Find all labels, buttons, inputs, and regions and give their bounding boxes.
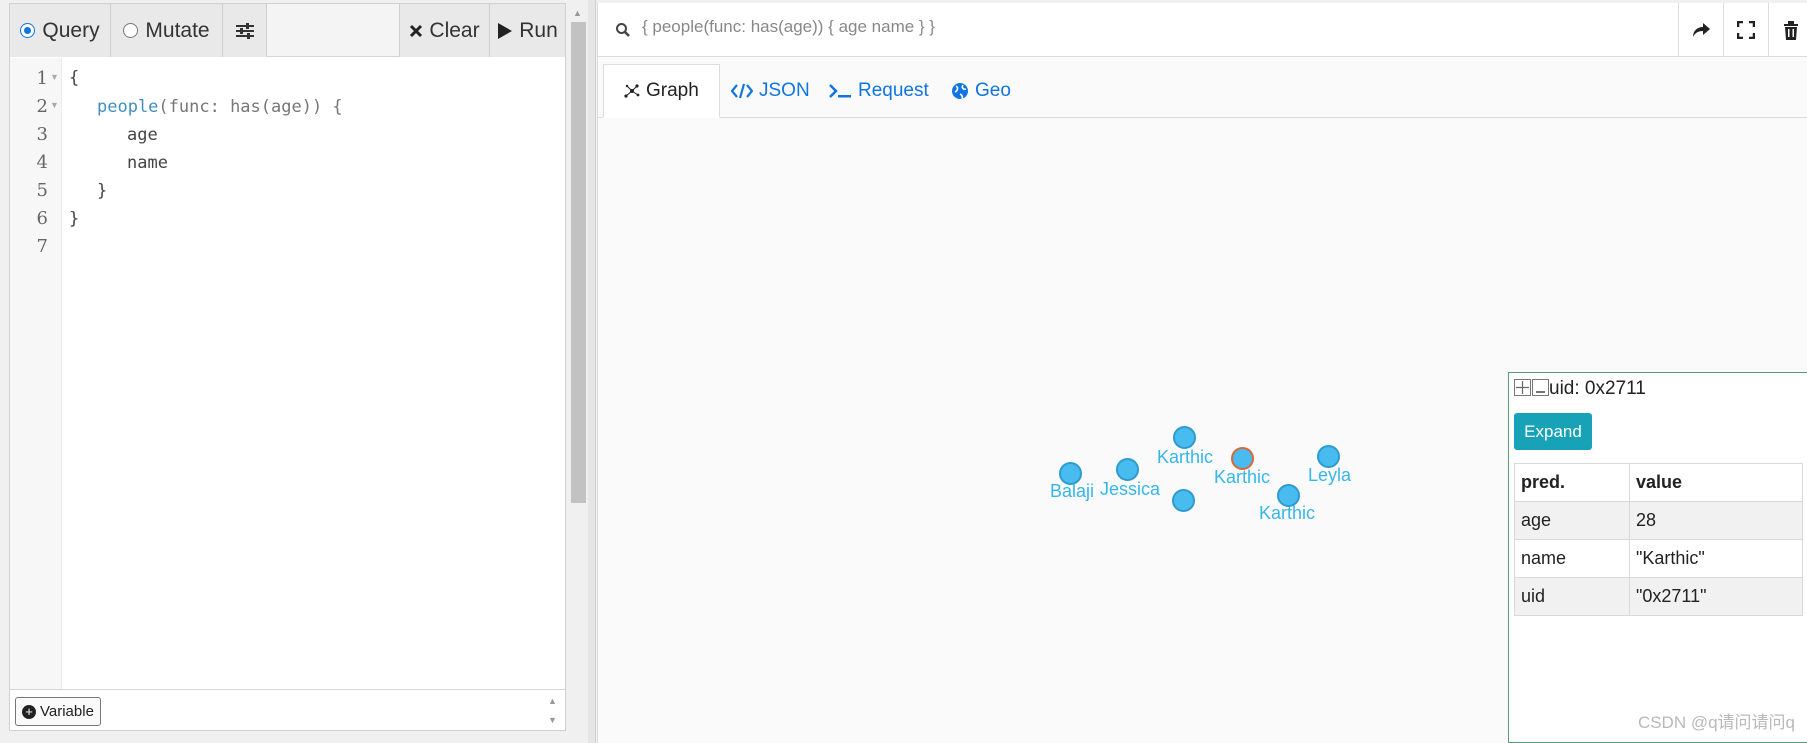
fullscreen-button[interactable] xyxy=(1723,3,1768,57)
tab-graph-label: Graph xyxy=(646,80,699,101)
share-icon xyxy=(1693,23,1710,37)
graph-icon xyxy=(624,84,640,98)
result-tabs: Graph JSON Request Geo xyxy=(598,60,1807,118)
code-args: (func: has(age)) { xyxy=(158,97,343,117)
close-icon xyxy=(410,24,423,37)
share-button[interactable] xyxy=(1678,3,1723,57)
fold-arrow-icon[interactable]: ▼ xyxy=(50,100,59,110)
line-number-gutter: 1 ▼ 2 ▼ 3 4 5 6 7 xyxy=(10,58,62,691)
scroll-up-icon[interactable]: ▲ xyxy=(573,8,582,18)
search-icon xyxy=(616,23,630,37)
clear-label: Clear xyxy=(429,18,480,42)
trash-icon xyxy=(1784,20,1798,40)
editor-scrollbar[interactable]: ▲ xyxy=(567,3,588,741)
scroll-down-icon[interactable]: ▼ xyxy=(548,715,557,725)
scroll-up-icon[interactable]: ▲ xyxy=(548,696,557,706)
sliders-icon xyxy=(235,22,254,39)
radio-unchecked-icon xyxy=(123,23,139,38)
minimize-icon[interactable] xyxy=(1532,379,1549,396)
column-header: value xyxy=(1629,463,1803,502)
line-number: 3 xyxy=(36,124,48,145)
play-icon xyxy=(498,22,513,39)
line-number: 4 xyxy=(36,152,48,173)
watermark: CSDN @q请问请问q xyxy=(1637,713,1795,732)
graph-node-label: Balaji xyxy=(1050,481,1095,501)
variable-label: Variable xyxy=(40,703,94,720)
delete-button[interactable] xyxy=(1768,3,1807,57)
query-header: { people(func: has(age)) { age name } } xyxy=(598,3,1807,57)
plus-circle-icon: + xyxy=(22,704,36,719)
code-line: age xyxy=(127,125,158,145)
output-panel: { people(func: has(age)) { age name } } xyxy=(597,3,1807,743)
graph-node[interactable] xyxy=(1172,489,1195,512)
run-label: Run xyxy=(519,18,558,42)
code-line: people(func: has(age)) { xyxy=(97,97,343,117)
code-icon xyxy=(731,83,753,99)
settings-button[interactable] xyxy=(223,4,267,57)
expand-button[interactable]: Expand xyxy=(1514,413,1592,450)
mutate-mode-radio[interactable]: Mutate xyxy=(111,4,223,57)
code-line: name xyxy=(127,153,168,173)
query-mode-label: Query xyxy=(42,18,100,42)
graph-node[interactable] xyxy=(1173,426,1196,449)
tab-graph[interactable]: Graph xyxy=(603,64,720,118)
panel-splitter[interactable] xyxy=(588,0,596,743)
code-function: people xyxy=(97,97,159,117)
line-number: 5 xyxy=(36,180,48,201)
pred-cell: name xyxy=(1514,539,1630,578)
graph-node-label: Jessica xyxy=(1100,479,1161,499)
graph-node-label: Karthic xyxy=(1157,447,1214,467)
table-row: uid "0x2711" xyxy=(1514,577,1803,616)
graph-node-label: Karthic xyxy=(1214,467,1271,487)
code-line: } xyxy=(69,209,80,229)
tab-request[interactable]: Request xyxy=(808,64,949,118)
table-row: age 28 xyxy=(1514,501,1803,540)
mutate-mode-label: Mutate xyxy=(145,18,210,42)
terminal-icon xyxy=(829,84,851,98)
scrollbar-thumb[interactable] xyxy=(571,22,586,503)
tab-geo[interactable]: Geo xyxy=(931,64,1031,118)
value-cell: "Karthic" xyxy=(1629,539,1803,578)
column-header: pred. xyxy=(1514,463,1630,502)
graph-node-label: Leyla xyxy=(1308,465,1352,485)
value-cell: "0x2711" xyxy=(1629,577,1803,616)
line-number: 6 xyxy=(36,208,48,229)
globe-icon xyxy=(952,83,968,100)
graph-node[interactable] xyxy=(1116,458,1139,481)
properties-table: pred. value age 28 name "Karthic" uid "0… xyxy=(1514,463,1803,616)
query-preview-text: { people(func: has(age)) { age name } } xyxy=(642,17,935,36)
move-icon[interactable] xyxy=(1514,379,1531,396)
pred-cell: age xyxy=(1514,501,1630,540)
query-editor-panel: Query Mutate Clear Run 1 ▼ 2 ▼ 3 4 5 6 7… xyxy=(9,3,566,731)
line-number: 7 xyxy=(36,236,48,257)
variable-button[interactable]: + Variable xyxy=(15,697,101,726)
tab-request-label: Request xyxy=(858,80,929,101)
code-line: } xyxy=(97,181,108,201)
run-button[interactable]: Run xyxy=(490,4,565,57)
variables-bar: + Variable ▲ ▼ xyxy=(10,689,565,730)
table-row: name "Karthic" xyxy=(1514,539,1803,578)
line-number: 1 xyxy=(36,68,48,89)
tab-geo-label: Geo xyxy=(975,80,1011,101)
tab-json-label: JSON xyxy=(759,80,810,101)
code-line: { xyxy=(69,68,80,88)
node-properties-panel: uid: 0x2711 Expand pred. value age 28 na… xyxy=(1508,372,1807,743)
fullscreen-icon xyxy=(1737,21,1755,39)
editor-toolbar: Query Mutate Clear Run xyxy=(10,4,565,57)
clear-button[interactable]: Clear xyxy=(399,4,490,57)
table-header-row: pred. value xyxy=(1514,463,1803,502)
node-uid-title: uid: 0x2711 xyxy=(1549,378,1646,399)
fold-arrow-icon[interactable]: ▼ xyxy=(50,72,59,82)
line-number: 2 xyxy=(36,96,48,117)
value-cell: 28 xyxy=(1629,501,1803,540)
graph-node-label: Karthic xyxy=(1259,503,1316,523)
pred-cell: uid xyxy=(1514,577,1630,616)
query-mode-radio[interactable]: Query xyxy=(10,4,111,57)
radio-checked-icon xyxy=(20,23,36,38)
